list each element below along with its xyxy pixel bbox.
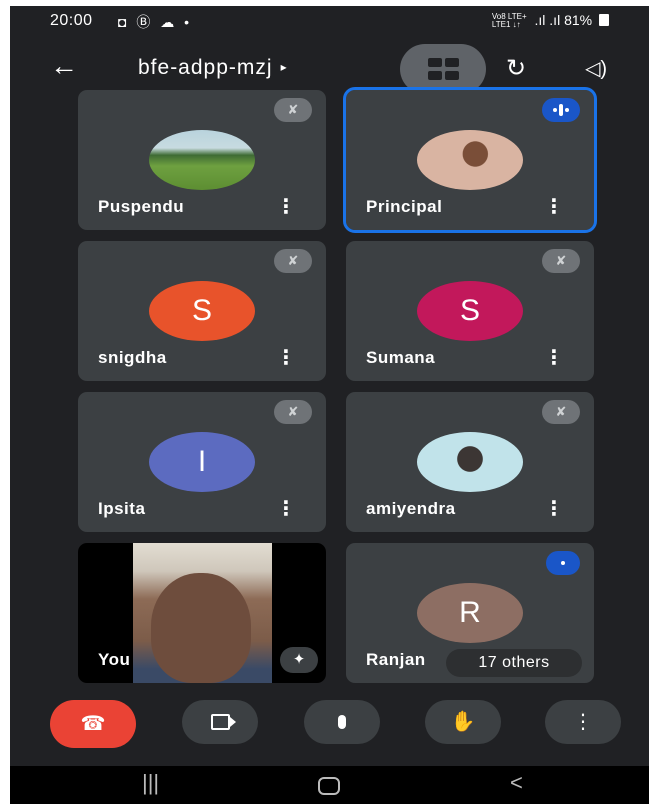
battery-level: 81% [564,12,593,28]
visual-effects-icon[interactable]: ✦ [280,647,318,673]
more-options-icon[interactable]: ⋮ [544,496,564,521]
system-nav-bar: ||| < [10,766,649,804]
back-nav-icon[interactable]: < [510,770,523,796]
participant-tile-sumana[interactable]: S ✘ Sumana ⋮ [346,241,594,381]
home-icon [318,777,340,795]
status-bar: 20:00 ◘ Ⓑ ☁ • Vo8 LTE+ LTE1 ↓↑ .ıl .ıl 8… [10,6,649,36]
grid-icon [428,58,442,67]
participant-name: Puspendu [98,197,185,216]
signal-icon: .ıl .ıl [534,12,561,28]
speaking-indicator-icon [546,551,580,575]
mic-off-icon: ✘ [542,400,580,424]
network-type-icon: Vo8 LTE+ LTE1 ↓↑ [491,12,527,30]
microphone-icon [338,715,346,729]
participant-name: snigdha [98,348,167,367]
grid-icon-cell [445,71,459,80]
battery-icon [599,14,609,26]
home-button[interactable] [318,775,340,801]
participant-name: Sumana [366,348,436,367]
participant-tile-snigdha[interactable]: S ✘ snigdha ⋮ [78,241,326,381]
camera-icon [210,714,236,730]
self-camera-feed [133,543,272,683]
speaking-bar [559,104,563,116]
notification-icons: ◘ Ⓑ ☁ • [118,14,193,30]
end-call-button[interactable]: ☎ [50,700,136,748]
more-options-icon[interactable]: ⋮ [544,194,564,219]
others-count-pill[interactable]: 17 others [446,649,582,677]
caret-right-icon: ▸ [280,60,288,74]
raise-hand-button[interactable]: ✋ [425,700,501,744]
participant-name: Ipsita [98,499,146,518]
more-options-icon[interactable]: ⋮ [276,345,296,370]
speaking-indicator-icon [542,98,580,122]
back-arrow-icon[interactable]: ← [50,50,78,82]
avatar-initial: S [149,281,255,341]
mic-off-icon: ✘ [274,98,312,122]
layout-grid-button[interactable] [400,44,486,94]
meeting-code[interactable]: bfe-adpp-mzj ▸ [138,56,288,80]
avatar-initial: R [417,583,523,643]
camera-toggle-button[interactable] [182,700,258,744]
avatar-photo [149,130,255,190]
participant-name: Principal [366,197,443,216]
more-options-icon[interactable]: ⋮ [276,194,296,219]
participant-tile-puspendu[interactable]: ✘ Puspendu ⋮ [78,90,326,230]
more-options-icon[interactable]: ⋮ [544,345,564,370]
status-time: 20:00 [50,12,93,29]
recents-icon[interactable]: ||| [142,770,159,796]
more-options-icon[interactable]: ⋮ [276,496,296,521]
self-face [151,573,251,683]
hand-icon: ✋ [450,711,476,733]
meeting-header: ← bfe-adpp-mzj ▸ ↻ ◁) [10,44,649,94]
speaking-bar [553,108,557,112]
participant-tile-ipsita[interactable]: I ✘ Ipsita ⋮ [78,392,326,532]
mic-off-icon: ✘ [274,400,312,424]
mic-toggle-button[interactable] [304,700,380,744]
avatar-initial: S [417,281,523,341]
avatar-initial: I [149,432,255,492]
more-vert-icon: ⋮ [573,711,593,733]
mic-off-icon: ✘ [274,249,312,273]
participant-tile-ranjan[interactable]: R Ranjan 17 others [346,543,594,683]
participant-tile-principal[interactable]: Principal ⋮ [343,87,597,233]
status-right: Vo8 LTE+ LTE1 ↓↑ .ıl .ıl 81% [492,12,609,29]
meet-app-screen: 20:00 ◘ Ⓑ ☁ • Vo8 LTE+ LTE1 ↓↑ .ıl .ıl 8… [10,6,649,804]
mic-off-icon: ✘ [542,249,580,273]
avatar-photo [417,130,523,190]
participant-name: Ranjan [366,650,426,669]
grid-icon-cell [445,58,459,67]
participant-name: You [98,650,131,669]
speaking-bar [565,108,569,112]
grid-icon-cell [428,71,442,80]
speaker-icon[interactable]: ◁) [585,56,607,81]
self-video-tile[interactable]: You ✦ [78,543,326,683]
avatar-photo [417,432,523,492]
speaking-bar [561,561,565,565]
flip-camera-icon[interactable]: ↻ [506,54,526,83]
meeting-code-text: bfe-adpp-mzj [138,56,273,79]
participant-name: amiyendra [366,499,456,518]
call-controls: ☎ ✋ ⋮ [10,700,649,748]
more-options-button[interactable]: ⋮ [545,700,621,744]
phone-hangup-icon: ☎ [80,713,106,735]
participant-tile-amiyendra[interactable]: ✘ amiyendra ⋮ [346,392,594,532]
